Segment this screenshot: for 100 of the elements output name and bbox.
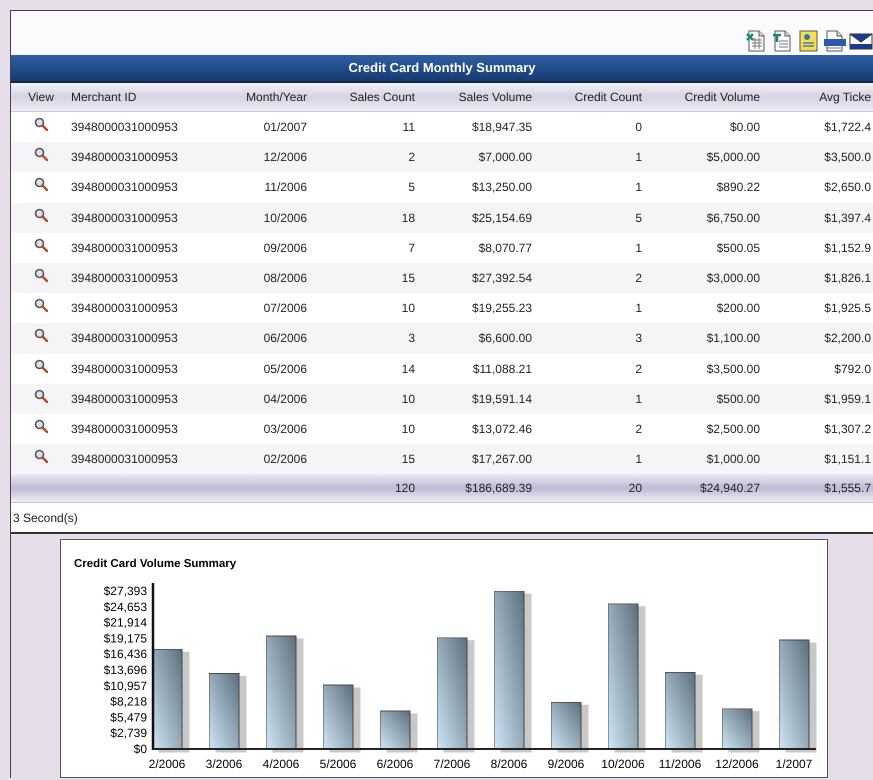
table-cell-text: $3,000.00 — [706, 270, 760, 288]
table-cell-text: 3948000031000953 — [71, 179, 178, 196]
table-cell-text: 3948000031000953 — [71, 149, 178, 166]
x-axis-label: 4/2006 — [262, 757, 300, 772]
magnifier-icon[interactable] — [34, 238, 48, 252]
table-cell-text: 3948000031000953 — [71, 210, 178, 227]
table-cell-text: 3948000031000953 — [71, 300, 178, 318]
column-header: Credit Count — [574, 89, 642, 106]
table-cell-text: 3948000031000953 — [71, 420, 178, 438]
magnifier-icon[interactable] — [34, 268, 48, 282]
table-cell-text: 2 — [408, 149, 415, 166]
column-header: Sales Volume — [458, 89, 532, 106]
y-axis-label: $21,914 — [104, 616, 147, 630]
table-cell-text: 2 — [635, 420, 642, 438]
x-axis-label: 10/2006 — [601, 757, 645, 772]
table-cell-text: $1,151.1 — [824, 451, 871, 468]
column-header: Merchant ID — [71, 89, 136, 106]
table-cell-text: 0 — [635, 119, 642, 136]
table-cell-text: 18 — [402, 210, 415, 227]
table-cell-text: 06/2006 — [264, 330, 307, 348]
x-axis-label: 6/2006 — [376, 757, 414, 772]
table-cell-text: 2 — [635, 270, 642, 288]
table-cell-text: 04/2006 — [264, 390, 307, 408]
total-cell-text: 20 — [628, 480, 642, 498]
table-cell-text: $0.00 — [730, 119, 760, 136]
magnifier-icon[interactable] — [34, 388, 48, 403]
bar — [322, 684, 354, 750]
table-cell-text: $19,255.23 — [472, 300, 532, 318]
column-header: Sales Count — [350, 89, 415, 106]
table-cell-text: 7 — [408, 240, 415, 257]
table-cell-text: $1,307.2 — [824, 420, 871, 438]
bar — [380, 710, 410, 750]
table-cell-text: 01/2007 — [264, 119, 307, 136]
table-cell-text: 3948000031000953 — [71, 451, 178, 468]
table-cell-text: 08/2006 — [264, 270, 307, 288]
magnifier-icon[interactable] — [34, 358, 48, 373]
table-cell-text: $1,100.00 — [706, 330, 760, 348]
table-cell-text: $25,154.69 — [472, 210, 532, 227]
table-cell-text: $1,722.4 — [824, 119, 871, 136]
column-header: View — [28, 89, 54, 106]
x-axis-label: 11/2006 — [658, 757, 702, 772]
table-cell-text: $1,925.5 — [824, 300, 871, 318]
total-cell-text: $186,689.39 — [465, 480, 532, 498]
magnifier-icon[interactable] — [34, 177, 48, 192]
table-cell-text: 10 — [402, 420, 415, 438]
table-cell-text: $2,500.00 — [706, 420, 760, 438]
x-axis-label: 5/2006 — [320, 757, 356, 772]
x-axis-label: 1/2007 — [776, 757, 812, 772]
table-cell-text: 07/2006 — [264, 300, 307, 318]
table-cell-text: 1 — [635, 300, 642, 318]
x-axis-label: 7/2006 — [434, 757, 470, 772]
table-cell-text: $13,250.00 — [472, 179, 532, 196]
table-cell-text: $7,000.00 — [478, 149, 532, 166]
magnifier-icon[interactable] — [34, 147, 48, 162]
y-axis-label: $5,479 — [110, 710, 147, 725]
table-cell-text: $17,267.00 — [472, 451, 532, 468]
table-cell-text: $1,152.9 — [824, 240, 871, 257]
total-cell-text: $1,555.7 — [824, 480, 871, 498]
table-cell-text: 15 — [402, 270, 415, 288]
magnifier-icon[interactable] — [34, 208, 48, 222]
bar — [722, 708, 752, 750]
table-cell-text: $500.00 — [716, 390, 760, 408]
table-cell-text: $890.22 — [716, 179, 760, 196]
table-cell-text: $13,072.46 — [472, 420, 532, 438]
table-cell-text: $1,397.4 — [824, 210, 871, 227]
table-cell-text: 3 — [635, 330, 642, 348]
y-axis-label: $27,393 — [104, 584, 147, 598]
table-cell-text: 1 — [635, 390, 642, 408]
table-cell-text: $2,650.0 — [824, 179, 871, 196]
table-cell-text: $2,200.0 — [824, 330, 871, 348]
y-axis-label: $2,739 — [110, 726, 147, 740]
table-cell-text: 1 — [635, 240, 642, 257]
table-cell-text: 10/2006 — [264, 210, 307, 227]
table-cell-text: $200.00 — [716, 300, 760, 318]
table-cell-text: 3 — [408, 330, 415, 348]
table-cell-text: 3948000031000953 — [71, 330, 178, 348]
x-axis-label: 12/2006 — [715, 757, 759, 772]
table-cell-text: 11/2006 — [264, 179, 307, 196]
table-cell-text: 09/2006 — [264, 240, 307, 257]
bar — [550, 702, 582, 750]
magnifier-icon[interactable] — [34, 298, 48, 312]
magnifier-icon[interactable] — [34, 117, 48, 132]
table-cell-text: $1,826.1 — [824, 270, 871, 288]
magnifier-icon[interactable] — [34, 418, 48, 433]
total-cell-text: $24,940.27 — [700, 480, 760, 498]
column-header: Credit Volume — [684, 89, 760, 106]
magnifier-icon[interactable] — [34, 449, 48, 464]
table-cell-text: 2 — [635, 360, 642, 378]
table-cell-text: 02/2006 — [264, 451, 307, 468]
x-axis-label: 3/2006 — [206, 757, 242, 772]
table-cell-text: $500.05 — [716, 240, 760, 257]
load-time-text: 3 Second(s) — [13, 510, 78, 527]
table-cell-text: 3948000031000953 — [71, 119, 178, 136]
table-cell-text: 10 — [402, 390, 415, 408]
table-cell-text: $3,500.00 — [706, 360, 760, 378]
table-cell-text: 14 — [402, 360, 415, 378]
magnifier-icon[interactable] — [34, 328, 48, 342]
column-header: Month/Year — [246, 89, 307, 106]
y-axis-label: $8,218 — [110, 694, 147, 709]
table-cell-text: 3948000031000953 — [71, 390, 178, 408]
